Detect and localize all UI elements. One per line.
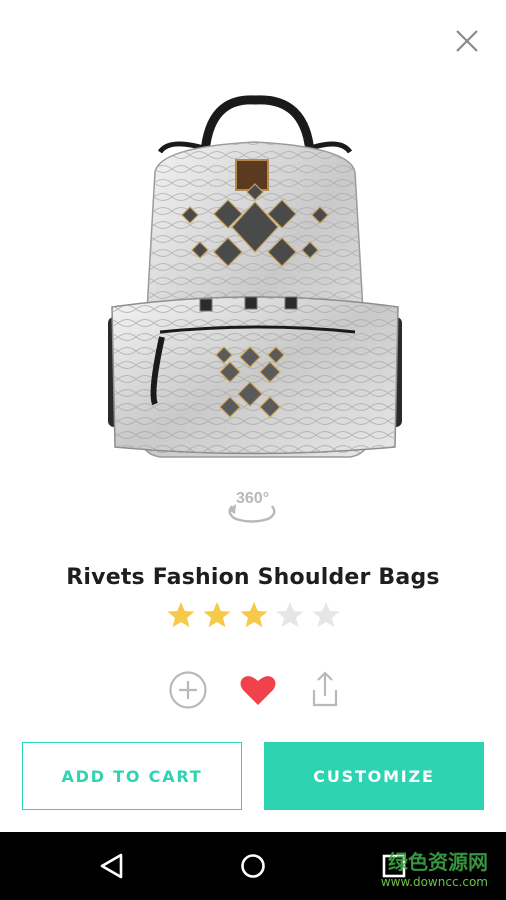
star-empty-icon xyxy=(312,602,340,628)
star-empty-icon xyxy=(276,602,304,628)
watermark-title: 绿色资源网 xyxy=(388,850,488,874)
favorite-button[interactable] xyxy=(236,668,280,712)
star-filled-icon xyxy=(167,602,195,628)
close-icon xyxy=(456,30,478,52)
watermark-url: www.downcc.com xyxy=(380,875,488,889)
star-filled-icon xyxy=(203,602,231,628)
home-circle-icon xyxy=(241,854,265,878)
rating-stars xyxy=(166,600,341,634)
product-actions xyxy=(166,668,346,712)
home-button[interactable] xyxy=(235,848,271,884)
product-detail-card: 360° Rivets Fashion Shoulder Bags ADD TO… xyxy=(0,0,506,832)
back-button[interactable] xyxy=(94,848,130,884)
heart-icon xyxy=(240,676,276,705)
share-icon xyxy=(312,671,338,707)
product-image-backpack[interactable] xyxy=(100,92,410,472)
share-button[interactable] xyxy=(302,668,346,712)
star-filled-icon xyxy=(240,602,267,628)
close-button[interactable] xyxy=(452,26,482,56)
product-title: Rivets Fashion Shoulder Bags xyxy=(66,565,440,590)
customize-button[interactable]: CUSTOMIZE xyxy=(264,742,484,810)
back-triangle-icon xyxy=(100,853,123,879)
rotate-360-button[interactable]: 360° xyxy=(222,488,282,526)
watermark: 绿色资源网 www.downcc.com xyxy=(381,846,488,889)
plus-circle-icon xyxy=(169,671,207,709)
add-button[interactable] xyxy=(166,668,210,712)
rotate-360-label: 360° xyxy=(236,490,270,507)
add-to-cart-button[interactable]: ADD TO CART xyxy=(22,742,242,810)
